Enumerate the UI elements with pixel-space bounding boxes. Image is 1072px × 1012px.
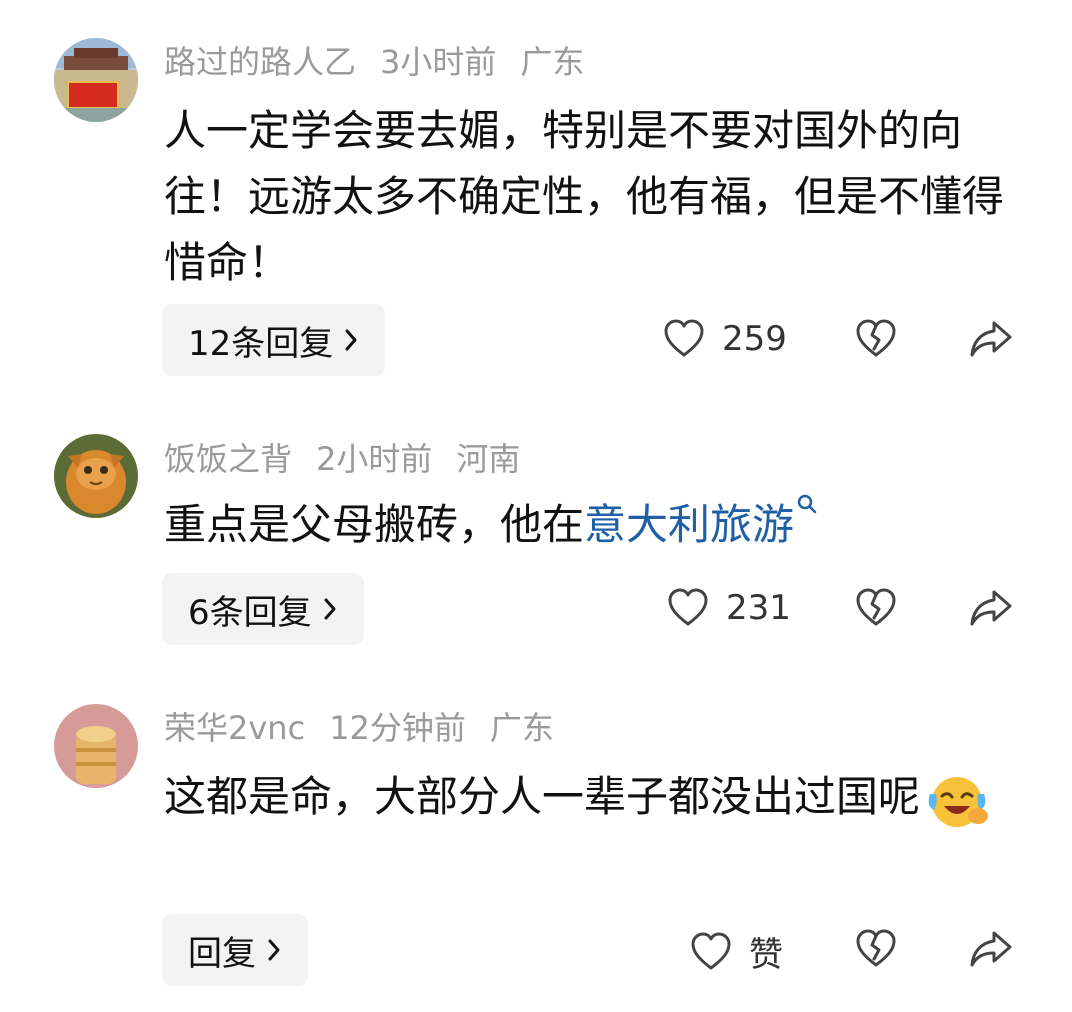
reply-label: 6条回复 [188, 592, 312, 633]
view-replies-button[interactable]: 12条回复 [162, 304, 386, 376]
comment-text: 人一定学会要去媚，特别是不要对国外的向往！远游太多不确定性，他有福，但是不懂得惜… [164, 106, 1005, 287]
share-button[interactable] [968, 317, 1014, 361]
username[interactable]: 饭饭之背 [164, 440, 292, 478]
location: 河南 [456, 440, 521, 478]
username[interactable]: 荣华2vnc [164, 709, 305, 747]
like-label: 赞 [749, 935, 783, 975]
search-link[interactable]: 意大利旅游 [584, 500, 794, 549]
avatar-image [54, 38, 138, 122]
broken-heart-icon [854, 317, 898, 361]
location: 广东 [520, 43, 585, 81]
avatar[interactable] [54, 38, 138, 122]
comment-meta: 荣华2vnc 12分钟前 广东 [164, 706, 578, 750]
dislike-button[interactable] [854, 927, 898, 971]
timestamp: 2小时前 [316, 440, 433, 478]
like-button[interactable]: 231 [666, 586, 791, 630]
heart-icon [662, 317, 706, 361]
chevron-right-icon [266, 938, 282, 962]
like-count: 231 [726, 588, 791, 628]
comment-text-plain: 这都是命，大部分人一辈子都没出过国呢 [164, 772, 921, 821]
view-replies-button[interactable]: 6条回复 [162, 573, 364, 645]
avatar[interactable] [54, 434, 138, 518]
comment-text: 这都是命，大部分人一辈子都没出过国呢 [164, 764, 1004, 830]
share-button[interactable] [968, 927, 1014, 971]
avatar-image [54, 704, 138, 788]
reply-button[interactable]: 回复 [162, 914, 308, 986]
comment-meta: 路过的路人乙 3小时前 广东 [164, 40, 608, 84]
avatar-image [54, 434, 138, 518]
comment-meta: 饭饭之背 2小时前 河南 [164, 437, 544, 481]
laugh-cry-emoji-icon [924, 770, 990, 830]
avatar[interactable] [54, 704, 138, 788]
heart-icon [666, 586, 710, 630]
share-button[interactable] [968, 586, 1014, 630]
timestamp: 3小时前 [380, 43, 497, 81]
broken-heart-icon [854, 927, 898, 971]
chevron-right-icon [322, 597, 338, 621]
like-button[interactable]: 赞 [689, 927, 783, 976]
share-arrow-icon [968, 586, 1014, 630]
timestamp: 12分钟前 [329, 709, 466, 747]
comment-text: 重点是父母搬砖，他在意大利旅游 [164, 492, 1004, 558]
chevron-right-icon [343, 328, 359, 352]
search-icon[interactable] [796, 492, 818, 522]
username[interactable]: 路过的路人乙 [164, 43, 356, 81]
dislike-button[interactable] [854, 586, 898, 630]
like-count: 259 [722, 319, 787, 359]
location: 广东 [489, 709, 554, 747]
share-arrow-icon [968, 317, 1014, 361]
dislike-button[interactable] [854, 317, 898, 361]
like-button[interactable]: 259 [662, 317, 787, 361]
broken-heart-icon [854, 586, 898, 630]
heart-icon [689, 930, 733, 974]
comment-text-plain: 重点是父母搬砖，他在 [164, 500, 585, 549]
share-arrow-icon [968, 927, 1014, 971]
reply-label: 回复 [188, 933, 256, 974]
reply-label: 12条回复 [188, 323, 334, 364]
